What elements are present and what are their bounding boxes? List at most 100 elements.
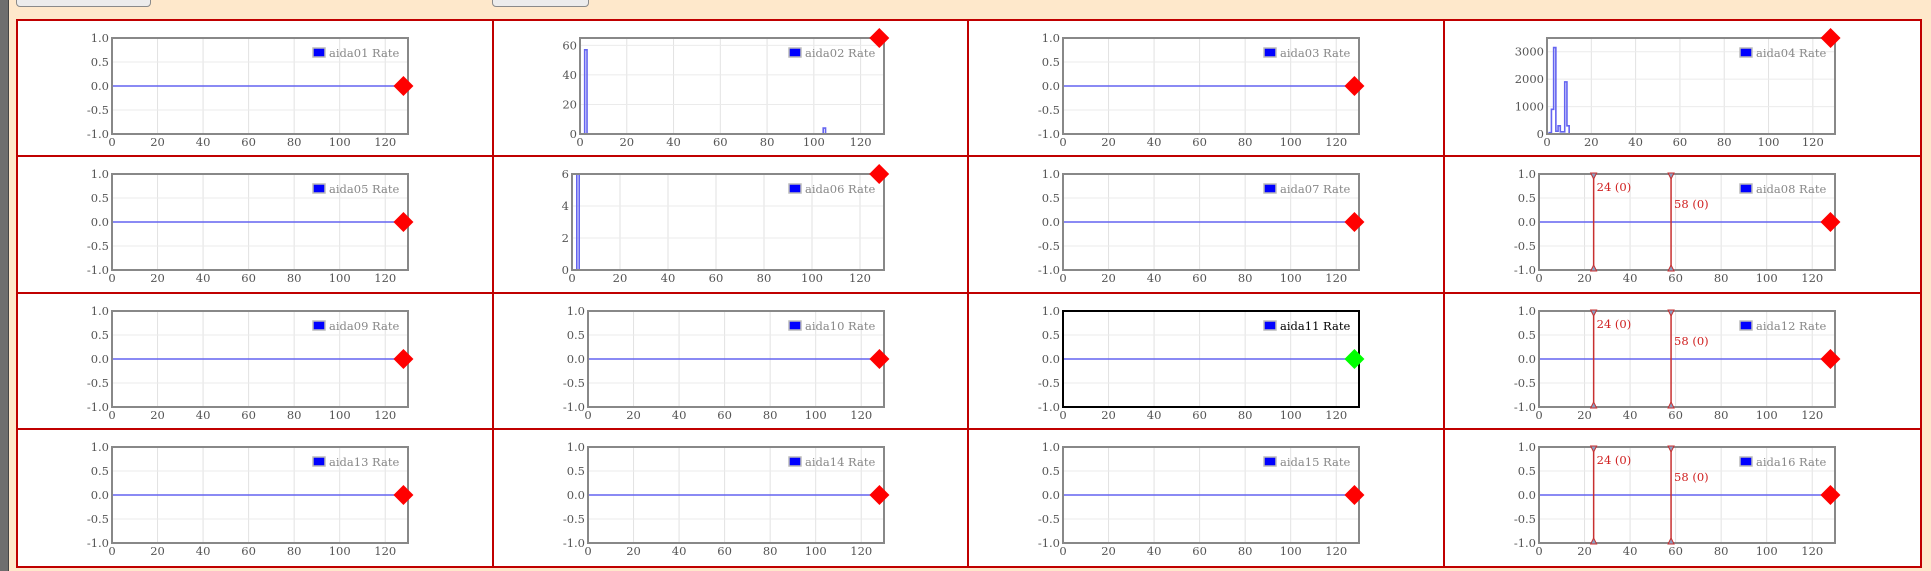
- y-tick-label: -1.0: [1513, 263, 1535, 277]
- rate-chart[interactable]: 0 20 40 60 80 100 120 1.0 0.5 0.0 -0.5 -1.0 aida01 R…: [18, 21, 492, 155]
- y-tick-label: 0.5: [1517, 464, 1535, 478]
- rate-chart[interactable]: 0 20 40 60 80 100 120 1.0 0.5 0.0 -0.5 -1.0 aida09 R…: [18, 294, 492, 428]
- x-tick-label: 100: [802, 135, 824, 149]
- x-tick-label: 80: [287, 271, 302, 285]
- y-tick-label: 0.0: [1042, 215, 1060, 229]
- cursor-handle-bottom[interactable]: [1589, 536, 1597, 545]
- chart-cell-5[interactable]: 0 20 40 60 80 100 120 1.0 0.5 0.0 -0.5 -1.0 aida05 R…: [18, 157, 494, 294]
- cursor-handle-top[interactable]: [1666, 445, 1675, 453]
- cursor-handle-bottom[interactable]: [1666, 536, 1675, 545]
- legend-swatch: [312, 183, 326, 194]
- x-tick-label: 100: [801, 271, 823, 285]
- chart-cell-11[interactable]: 0 20 40 60 80 100 120 1.0 0.5 0.0 -0.5 -1.0 aida11 R…: [969, 293, 1445, 430]
- y-tick-label: -1.0: [87, 400, 109, 414]
- chart-cell-10[interactable]: 0 20 40 60 80 100 120 1.0 0.5 0.0 -0.5 -1.0 aida10 R…: [493, 293, 969, 430]
- cursor-label: 58 (0): [1674, 470, 1709, 484]
- rate-chart-grid: 0 20 40 60 80 100 120 1.0 0.5 0.0 -0.5 -1.0 aida01 R…: [16, 19, 1922, 568]
- x-tick-label: 80: [756, 271, 771, 285]
- rate-chart[interactable]: 0 20 40 60 80 100 120 60 40 20 0 aida02 Rate: [494, 21, 968, 155]
- y-tick-label: 0.5: [1042, 55, 1060, 69]
- x-tick-label: 20: [1101, 544, 1116, 558]
- x-tick-label: 120: [850, 544, 872, 558]
- chart-cell-12[interactable]: 0 20 40 60 80 100 120 1.0 0.5 0.0 -0.5 -1.0 24 (0) 58…: [1444, 294, 1920, 430]
- cursor-handle-bottom[interactable]: [1589, 264, 1597, 272]
- y-tick-label: -1.0: [1513, 400, 1535, 414]
- cursor-handle-bottom[interactable]: [1666, 264, 1675, 272]
- chart-cell-3[interactable]: 0 20 40 60 80 100 120 1.0 0.5 0.0 -0.5 -1.0 aida03 R…: [969, 21, 1445, 158]
- cursor-handle-top[interactable]: [1589, 445, 1597, 453]
- y-tick-label: 0.0: [1042, 488, 1060, 502]
- legend-label: aida06 Rate: [805, 182, 875, 196]
- chart-cell-16[interactable]: 0 20 40 60 80 100 120 1.0 0.5 0.0 -0.5 -1.0 24 (0) 58…: [1445, 430, 1921, 566]
- rate-chart[interactable]: 0 20 40 60 80 100 120 1.0 0.5 0.0 -0.5 -1.0 aida15 R…: [969, 430, 1443, 564]
- chart-cell-14[interactable]: 0 20 40 60 80 100 120 1.0 0.5 0.0 -0.5 -1.0 aida14 R…: [494, 429, 969, 566]
- x-tick-label: 0: [584, 544, 591, 558]
- y-tick-label: -1.0: [1038, 263, 1060, 277]
- y-tick-label: 0.0: [1042, 352, 1060, 366]
- rate-chart[interactable]: 0 20 40 60 80 100 1206420aida06 Rate: [494, 157, 968, 291]
- x-tick-label: 60: [1192, 135, 1207, 149]
- rate-chart[interactable]: 0 20 40 60 80 100 120 1.0 0.5 0.0 -0.5 -1.0 24 (0) 58…: [1445, 430, 1919, 564]
- chart-cell-13[interactable]: 0 20 40 60 80 100 120 1.0 0.5 0.0 -0.5 -1.0 aida13 R…: [18, 429, 494, 566]
- x-tick-label: 0: [568, 271, 575, 285]
- y-tick-label: 0.5: [1042, 328, 1060, 342]
- cursor-handle-top[interactable]: [1666, 309, 1675, 317]
- y-tick-label: 1.0: [91, 304, 109, 318]
- rate-chart[interactable]: 0 20 40 60 80 100 120 1.0 0.5 0.0 -0.5 -1.0 aida11 R…: [969, 294, 1443, 428]
- top-button-right[interactable]: [492, 0, 589, 7]
- cursor-label: 58 (0): [1674, 197, 1709, 211]
- x-tick-label: 0: [1059, 271, 1066, 285]
- y-tick-label: 0.0: [1517, 488, 1535, 502]
- rate-chart[interactable]: 0 20 40 60 80 100 120 1.0 0.5 0.0 -0.5 -1.0 aida03 R…: [969, 21, 1443, 155]
- rate-chart[interactable]: 0 20 40 60 80 100 120 1.0 0.5 0.0 -0.5 -1.0 aida10 R…: [494, 294, 968, 428]
- legend-label: aida09 Rate: [329, 319, 399, 333]
- chart-cell-1[interactable]: 0 20 40 60 80 100 120 1.0 0.5 0.0 -0.5 -1.0 aida01 R…: [18, 21, 494, 158]
- chart-cell-9[interactable]: 0 20 40 60 80 100 120 1.0 0.5 0.0 -0.5 -1.0 aida09 R…: [18, 293, 494, 430]
- x-tick-label: 0: [1535, 271, 1542, 285]
- rate-chart[interactable]: 0 20 40 60 80 100 120 1.0 0.5 0.0 -0.5 -1.0 24 (0) 58…: [1445, 294, 1919, 428]
- y-tick-label: 1.0: [1042, 167, 1060, 181]
- x-tick-label: 80: [1238, 271, 1253, 285]
- cursor-handle-top[interactable]: [1589, 309, 1597, 317]
- legend-label: aida13 Rate: [329, 455, 399, 469]
- x-tick-label: 0: [1543, 135, 1550, 149]
- legend-swatch: [1738, 456, 1753, 467]
- x-tick-label: 120: [374, 408, 396, 422]
- x-tick-label: 0: [1535, 408, 1542, 422]
- x-tick-label: 80: [287, 135, 302, 149]
- chart-cell-7[interactable]: 0 20 40 60 80 100 120 1.0 0.5 0.0 -0.5 -1.0 aida07 R…: [969, 157, 1445, 294]
- y-tick-label: 1.0: [1042, 31, 1060, 45]
- x-tick-label: 80: [759, 135, 774, 149]
- y-tick-label: -1.0: [562, 400, 584, 414]
- rate-chart[interactable]: 0 20 40 60 80 100 120 1.0 0.5 0.0 -0.5 -1.0 aida05 R…: [18, 157, 492, 291]
- x-tick-label: 60: [241, 544, 256, 558]
- y-tick-label: -1.0: [1513, 536, 1535, 550]
- rate-chart[interactable]: 0 20 40 60 80 100 120 1.0 0.5 0.0 -0.5 -1.0 aida13 R…: [18, 430, 492, 564]
- rate-chart[interactable]: 0 20 40 60 80 100 120 1.0 0.5 0.0 -0.5 -1.0 aida14 R…: [494, 430, 968, 564]
- x-tick-label: 120: [1325, 544, 1347, 558]
- chart-cell-15[interactable]: 0 20 40 60 80 100 120 1.0 0.5 0.0 -0.5 -1.0 aida15 R…: [969, 429, 1445, 566]
- cursor-handle-bottom[interactable]: [1666, 400, 1675, 408]
- chart-cell-2[interactable]: 0 20 40 60 80 100 120 60 40 20 0 aida02 Rate: [493, 21, 969, 158]
- x-tick-label: 100: [329, 271, 351, 285]
- cursor-handle-bottom[interactable]: [1589, 400, 1597, 408]
- chart-cell-8[interactable]: 0 20 40 60 80 100 120 1.0 0.5 0.0 -0.5 -1.0 24 (0) 58…: [1444, 157, 1920, 294]
- status-marker-diamond: [1344, 484, 1365, 505]
- x-tick-label: 100: [329, 544, 351, 558]
- legend-label: aida07 Rate: [1280, 182, 1350, 196]
- y-tick-label: 60: [562, 38, 577, 52]
- x-tick-label: 20: [1577, 271, 1592, 285]
- cursor-handle-top[interactable]: [1589, 172, 1597, 181]
- rate-chart[interactable]: 0 20 40 60 80 100 120 1.0 0.5 0.0 -0.5 -1.0 24 (0) 58…: [1445, 157, 1919, 291]
- y-tick-label: 0: [569, 127, 576, 141]
- rate-chart[interactable]: 0 20 40 60 80 100 120 1.0 0.5 0.0 -0.5 -1.0 aida07 R…: [969, 157, 1443, 291]
- y-tick-label: -0.5: [1038, 239, 1060, 253]
- y-tick-label: 0.0: [91, 215, 109, 229]
- rate-chart[interactable]: 0 20 40 60 80 100 120 3000 2000 1000 0 aida04 Rate: [1445, 21, 1919, 155]
- cursor-handle-top[interactable]: [1666, 172, 1675, 181]
- chart-cell-6[interactable]: 0 20 40 60 80 100 120 6 4 2 0 aida06 Rate: [493, 157, 969, 294]
- legend-label: aida11 Rate: [1280, 319, 1350, 333]
- top-button-left[interactable]: [16, 0, 151, 7]
- chart-cell-4[interactable]: 0 20 40 60 80 100 120 3000 2000 1000 0 aida04 Rate: [1444, 21, 1920, 158]
- x-tick-label: 20: [1101, 408, 1116, 422]
